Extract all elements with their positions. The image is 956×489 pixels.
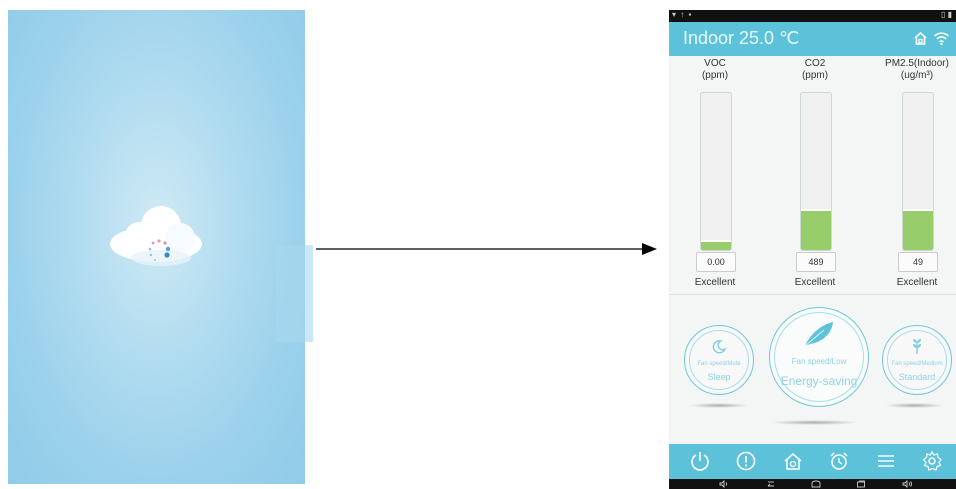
status-bar: ▾ ↑ ▪ ▯ ▮ xyxy=(669,10,956,22)
meter-label: VOC xyxy=(704,58,726,69)
home-icon[interactable] xyxy=(782,450,804,472)
meter-rating: Excellent xyxy=(794,277,836,288)
sleep-mode-button[interactable]: Fan speed/Mute Sleep xyxy=(684,325,754,395)
meter-bar xyxy=(902,92,934,251)
settings-icon[interactable] xyxy=(921,450,943,472)
wifi-icon[interactable] xyxy=(933,30,950,46)
meter-marker xyxy=(701,240,731,243)
section-divider xyxy=(669,294,956,295)
fan-speed-label: Fan speed/Low xyxy=(791,357,847,366)
app-screen: ▾ ↑ ▪ ▯ ▮ Indoor 25.0 ℃ VOC (ppm) 0.00 E… xyxy=(669,10,956,489)
meter-unit: (ppm) xyxy=(801,70,829,81)
meter-label: PM2.5(Indoor) xyxy=(885,58,949,69)
feather-icon xyxy=(804,322,833,347)
volume-up-icon[interactable] xyxy=(902,480,913,488)
power-icon[interactable] xyxy=(689,450,711,472)
volume-down-icon[interactable] xyxy=(719,480,729,488)
fan-speed-label: Fan speed/Mute xyxy=(697,361,741,367)
meter-unit: (ppm) xyxy=(701,70,729,81)
button-shadow xyxy=(769,420,859,425)
recents-icon[interactable] xyxy=(856,480,866,488)
meter-co2: CO2 (ppm) 489 Excellent xyxy=(778,58,852,288)
indoor-temperature: Indoor 25.0 ℃ xyxy=(683,28,800,48)
mode-name: Energy-saving xyxy=(780,374,858,388)
mode-name: Sleep xyxy=(707,372,731,382)
meter-rating: Excellent xyxy=(896,277,938,288)
meter-rating: Excellent xyxy=(694,277,736,288)
status-icons-left: ▾ ↑ ▪ xyxy=(672,10,693,19)
meter-fill xyxy=(801,210,831,250)
meter-pm25: PM2.5(Indoor) (ug/m³) 49 Excellent xyxy=(880,58,954,288)
meter-value: 489 xyxy=(796,252,836,272)
meter-label: CO2 xyxy=(804,58,826,69)
alarm-clock-icon[interactable] xyxy=(828,450,850,472)
app-header: Indoor 25.0 ℃ xyxy=(669,22,956,56)
standard-mode-button[interactable]: Fan speed/Medium Standard xyxy=(882,325,952,395)
alert-icon[interactable] xyxy=(735,450,757,472)
meter-fill xyxy=(701,242,731,250)
back-icon[interactable] xyxy=(766,480,776,488)
button-shadow xyxy=(689,403,749,408)
status-icons-right: ▯ ▮ xyxy=(940,10,952,19)
meter-value: 0.00 xyxy=(696,252,736,272)
fan-speed-label: Fan speed/Medium xyxy=(891,361,943,367)
meter-unit: (ug/m³) xyxy=(900,70,934,81)
meter-fill xyxy=(903,210,933,250)
meter-bar xyxy=(700,92,732,251)
bottom-toolbar xyxy=(669,444,956,479)
energy-saving-mode-button[interactable]: Fan speed/Low Energy-saving xyxy=(769,307,869,407)
meter-value: 49 xyxy=(898,252,938,272)
meter-voc: VOC (ppm) 0.00 Excellent xyxy=(678,58,752,288)
home-icon[interactable] xyxy=(810,480,822,488)
system-nav-bar xyxy=(669,479,956,489)
meter-marker xyxy=(903,208,933,211)
moon-icon xyxy=(712,340,727,354)
leaf-sprout-icon xyxy=(913,339,921,354)
mode-name: Standard xyxy=(898,372,936,382)
meter-bar xyxy=(800,92,832,251)
home-icon[interactable] xyxy=(913,31,928,46)
button-shadow xyxy=(884,403,944,408)
meter-marker xyxy=(801,208,831,211)
menu-icon[interactable] xyxy=(875,450,897,472)
